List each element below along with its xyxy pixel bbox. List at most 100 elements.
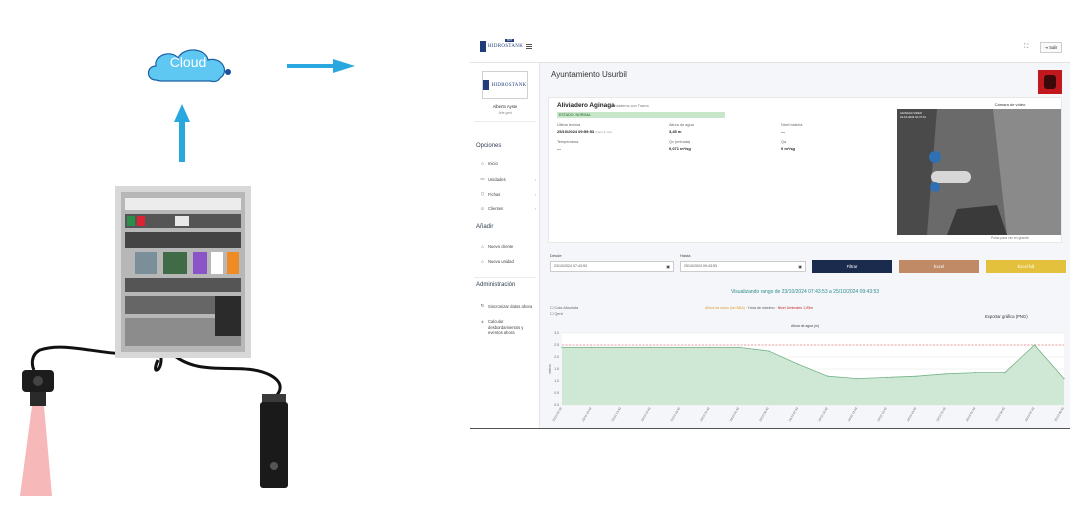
sidebar-item-fichas[interactable]: ▯ Fichas ‹ — [480, 191, 538, 197]
calendar-icon[interactable]: ▣ — [666, 262, 670, 271]
option-qent[interactable]: ☐ Qent — [550, 311, 563, 316]
chart-point — [709, 346, 711, 348]
chart-point — [620, 346, 622, 348]
sidebar-item-label: Unidades — [488, 176, 506, 182]
user-role: Jefe gest — [498, 111, 512, 115]
field-value: --- — [557, 146, 561, 151]
station-thumbnail[interactable] — [1038, 70, 1062, 94]
chart-x-tick-label: 24/10 22:43 — [935, 406, 947, 422]
sidebar-item-clientes[interactable]: ☺ Clientes ‹ — [480, 206, 538, 211]
sidebar-item-unidades[interactable]: ▭ Unidades ‹ — [480, 176, 538, 182]
excel-full-button[interactable]: Excel full — [986, 260, 1066, 273]
excel-button[interactable]: Excel — [899, 260, 979, 273]
to-date-input[interactable]: 25/10/2024 09:43:53 ▣ — [680, 261, 806, 272]
sidebar-item-label: Inicio — [488, 161, 498, 166]
station-card: Aliviadero Aginaga Aliviaderos con Trama… — [548, 97, 1062, 243]
field-label: Temperatura — [557, 140, 579, 144]
camera-overlay-time: 24-10-2024 10:47:41 — [900, 115, 926, 119]
chart-x-tick-label: 24/10 10:43 — [817, 406, 829, 422]
user-name: Alberto Ayste — [492, 104, 518, 109]
chart-x-tick-label: 25/10 04:43 — [994, 406, 1006, 422]
field-label: Nivel batería — [781, 123, 803, 127]
chart-point — [915, 375, 917, 377]
sidebar-item-calcular[interactable]: ± Calcular desbordamientos y eventos aho… — [480, 319, 538, 336]
sidebar-divider — [474, 277, 536, 278]
users-icon: ☺ — [480, 206, 485, 211]
sidebar-item-label: Clientes — [488, 206, 504, 211]
chart-y-tick-label: 1.5 — [554, 367, 559, 371]
option-cota-absoluta[interactable]: ☐ Cota Absoluta — [550, 305, 578, 310]
chart-point — [738, 346, 740, 348]
from-label: Desde — [550, 253, 562, 258]
brand-mark-icon — [480, 41, 486, 52]
chart-legend: Altura de aviso (sin BBA) · Hora de máxi… — [705, 306, 814, 310]
home-icon: ⌂ — [481, 244, 484, 249]
radar-sensor-image — [20, 370, 54, 496]
chart-y-tick-label: 3.0 — [554, 331, 559, 335]
chart-x-tick-label: 24/10 01:43 — [729, 406, 741, 422]
home-icon: ⌂ — [481, 161, 484, 166]
sidebar-item-label: Calcular desbordamientos y eventos ahora — [488, 319, 524, 336]
app-screenshot: HIDROSTANK BOT ⛶ ⇥ Salir HIDROSTANK Albe… — [470, 33, 1070, 429]
sync-icon: ↻ — [480, 303, 485, 308]
fullscreen-icon[interactable]: ⛶ — [1024, 44, 1028, 51]
field-value: 0,071 m³/sg — [669, 146, 691, 151]
chart-point — [649, 346, 652, 348]
field-value: 0 m³/sg — [781, 146, 796, 151]
exit-icon: ⇥ — [1044, 45, 1049, 50]
sidebar-item-inicio[interactable]: ⌂ Inicio — [480, 161, 538, 166]
chart-point — [561, 346, 563, 348]
camera-feed[interactable]: AGINAGA VIDEO 24-10-2024 10:47:41 — [897, 109, 1061, 235]
export-chart-link[interactable]: Exportar gráfica (PNG) — [985, 314, 1028, 319]
chart-point — [797, 363, 799, 365]
station-name: Aliviadero Aginaga — [557, 102, 615, 109]
chart-range-title: Visualizando rango de 23/10/2024 07:43:5… — [730, 289, 880, 295]
chart-point — [590, 346, 593, 348]
section-admin: Administración — [476, 282, 516, 288]
chart-x-tick-label: 23/10 07:43 — [551, 406, 563, 422]
chart-x-tick-label: 24/10 16:43 — [876, 406, 888, 422]
file-icon: ▯ — [481, 191, 484, 196]
field-value: 25/10/2024 09:59:53 (hace 6 min) — [557, 129, 612, 134]
home-icon: ⌂ — [481, 259, 484, 264]
chart-x-tick-label: 23/10 10:43 — [581, 406, 593, 422]
top-bar: HIDROSTANK BOT ⛶ ⇥ Salir — [470, 33, 1070, 63]
chart-y-tick-label: 0.5 — [554, 391, 559, 395]
chart-x-tick-label: 25/10 09:43 — [1053, 406, 1065, 422]
chart-point — [886, 376, 888, 378]
field-value: 3,45 m — [669, 129, 682, 134]
chart-y-axis-label: metros — [548, 364, 552, 374]
chart-x-tick-label: 23/10 16:43 — [640, 406, 652, 422]
field-label: Qv (entrada) — [669, 140, 691, 144]
filter-button[interactable]: Filtrar — [812, 260, 892, 273]
sidebar-divider — [474, 121, 536, 122]
section-options: Opciones — [476, 143, 502, 149]
chart-x-tick-label: 24/10 19:43 — [906, 406, 918, 422]
brand-badge: BOT — [505, 39, 515, 42]
calendar-icon[interactable]: ▣ — [798, 262, 802, 271]
sidebar-item-nueva-unidad[interactable]: ⌂ Nueva unidad — [480, 259, 538, 264]
to-date-value: 25/10/2024 09:43:53 — [684, 264, 717, 268]
field-label: Qa — [781, 140, 787, 144]
page-title: Ayuntamiento Usurbil — [551, 70, 627, 79]
exit-label: Salir — [1049, 45, 1058, 50]
chevron-left-icon: ‹ — [534, 176, 536, 182]
chart-y-tick-label: 1.0 — [554, 379, 559, 383]
chart-point — [768, 350, 770, 352]
sidebar-item-label: Nueva unidad — [488, 259, 514, 264]
chart-point — [945, 373, 947, 375]
from-date-input[interactable]: 23/10/2024 07:43:53 ▣ — [550, 261, 674, 272]
arrow-up-icon — [174, 104, 190, 162]
sidebar-item-nuevo-cliente[interactable]: ⌂ Nuevo cliente — [480, 244, 538, 249]
exit-button[interactable]: ⇥ Salir — [1040, 42, 1062, 53]
field-label: Última lectura — [557, 123, 581, 127]
field-value: --- — [781, 129, 785, 134]
sidebar-brand-name: HIDROSTANK — [491, 82, 527, 88]
sidebar-item-sincronizar[interactable]: ↻ Sincronizar datos ahora — [480, 303, 538, 309]
brand-logo[interactable]: HIDROSTANK BOT — [480, 39, 523, 52]
chevron-left-icon: ‹ — [534, 191, 536, 197]
menu-toggle-icon[interactable] — [526, 44, 532, 49]
chart-point — [1063, 378, 1065, 380]
chart-x-tick-label: 25/10 01:43 — [965, 406, 977, 422]
chart-subtitle: Altura de agua (m) — [790, 324, 820, 328]
